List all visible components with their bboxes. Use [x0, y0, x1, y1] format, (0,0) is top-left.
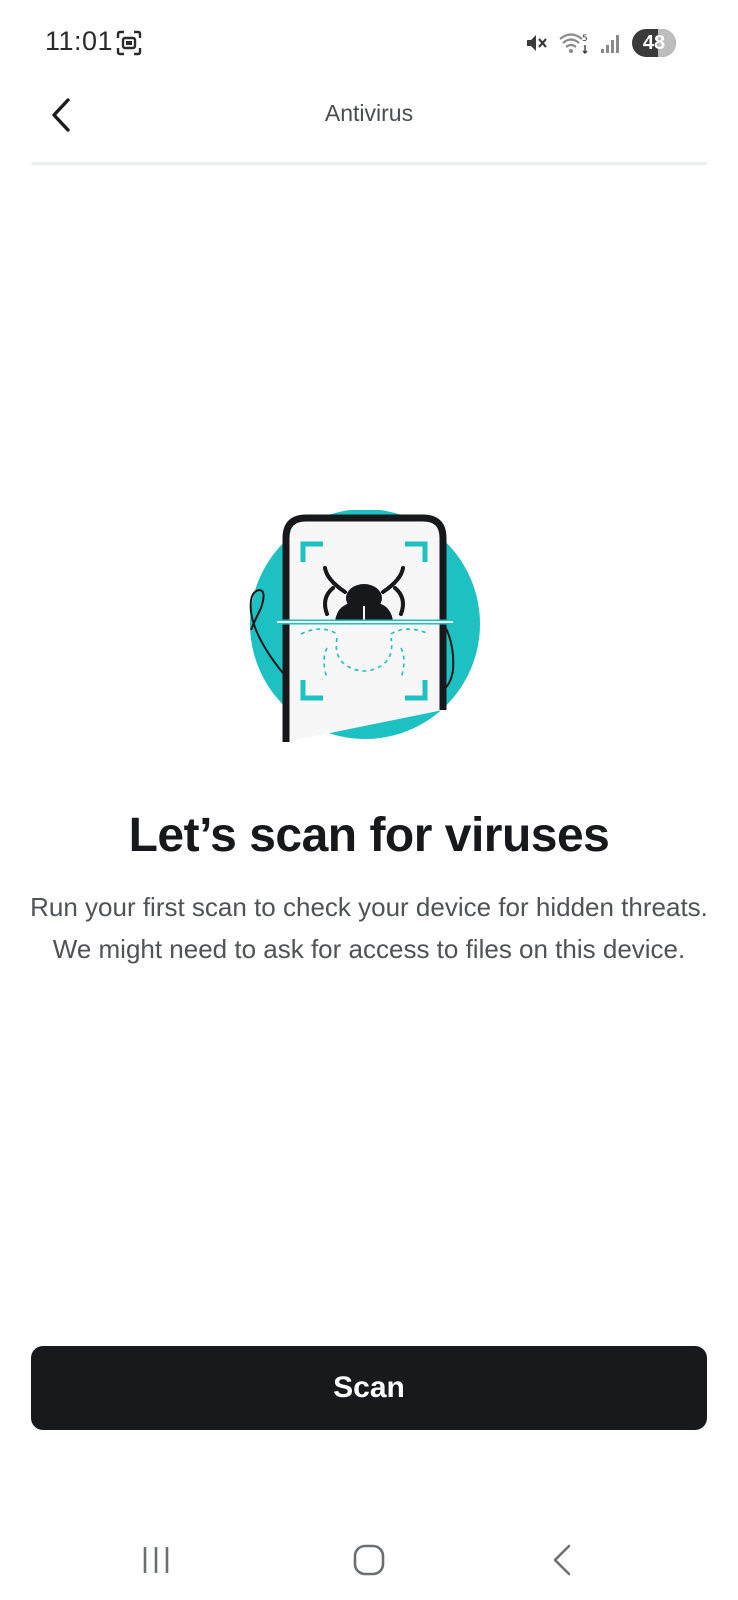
svg-text:5: 5: [582, 34, 588, 44]
header-divider: [31, 162, 707, 165]
bug-scan-illustration: [249, 510, 480, 742]
recent-apps-button[interactable]: [126, 1538, 186, 1582]
status-bar: 11:01 5 48: [0, 0, 738, 86]
battery-level: 48: [642, 31, 666, 54]
headline: Let’s scan for viruses: [128, 809, 610, 862]
antivirus-screen: 11:01 5 48 Antivirus Let’s scan for viru…: [0, 0, 738, 1600]
system-back-button[interactable]: [532, 1538, 592, 1582]
status-time: 11:01: [45, 26, 114, 56]
home-icon: [353, 1544, 385, 1576]
description-text: Run your first scan to check your device…: [30, 892, 708, 964]
status-icons: 5 48: [524, 28, 676, 58]
screen-record-icon: [116, 30, 142, 56]
wifi-icon: 5: [559, 33, 588, 54]
home-button[interactable]: [339, 1538, 399, 1582]
battery-icon: 48: [632, 29, 676, 57]
scan-button[interactable]: Scan: [31, 1346, 707, 1430]
recent-apps-icon: [143, 1547, 169, 1573]
page-title: Antivirus: [324, 100, 414, 126]
mute-icon: [527, 35, 547, 51]
back-icon: [553, 1544, 571, 1576]
system-nav-bar: [0, 1520, 738, 1600]
signal-icon: [601, 35, 619, 53]
app-bar: Antivirus: [0, 86, 738, 162]
